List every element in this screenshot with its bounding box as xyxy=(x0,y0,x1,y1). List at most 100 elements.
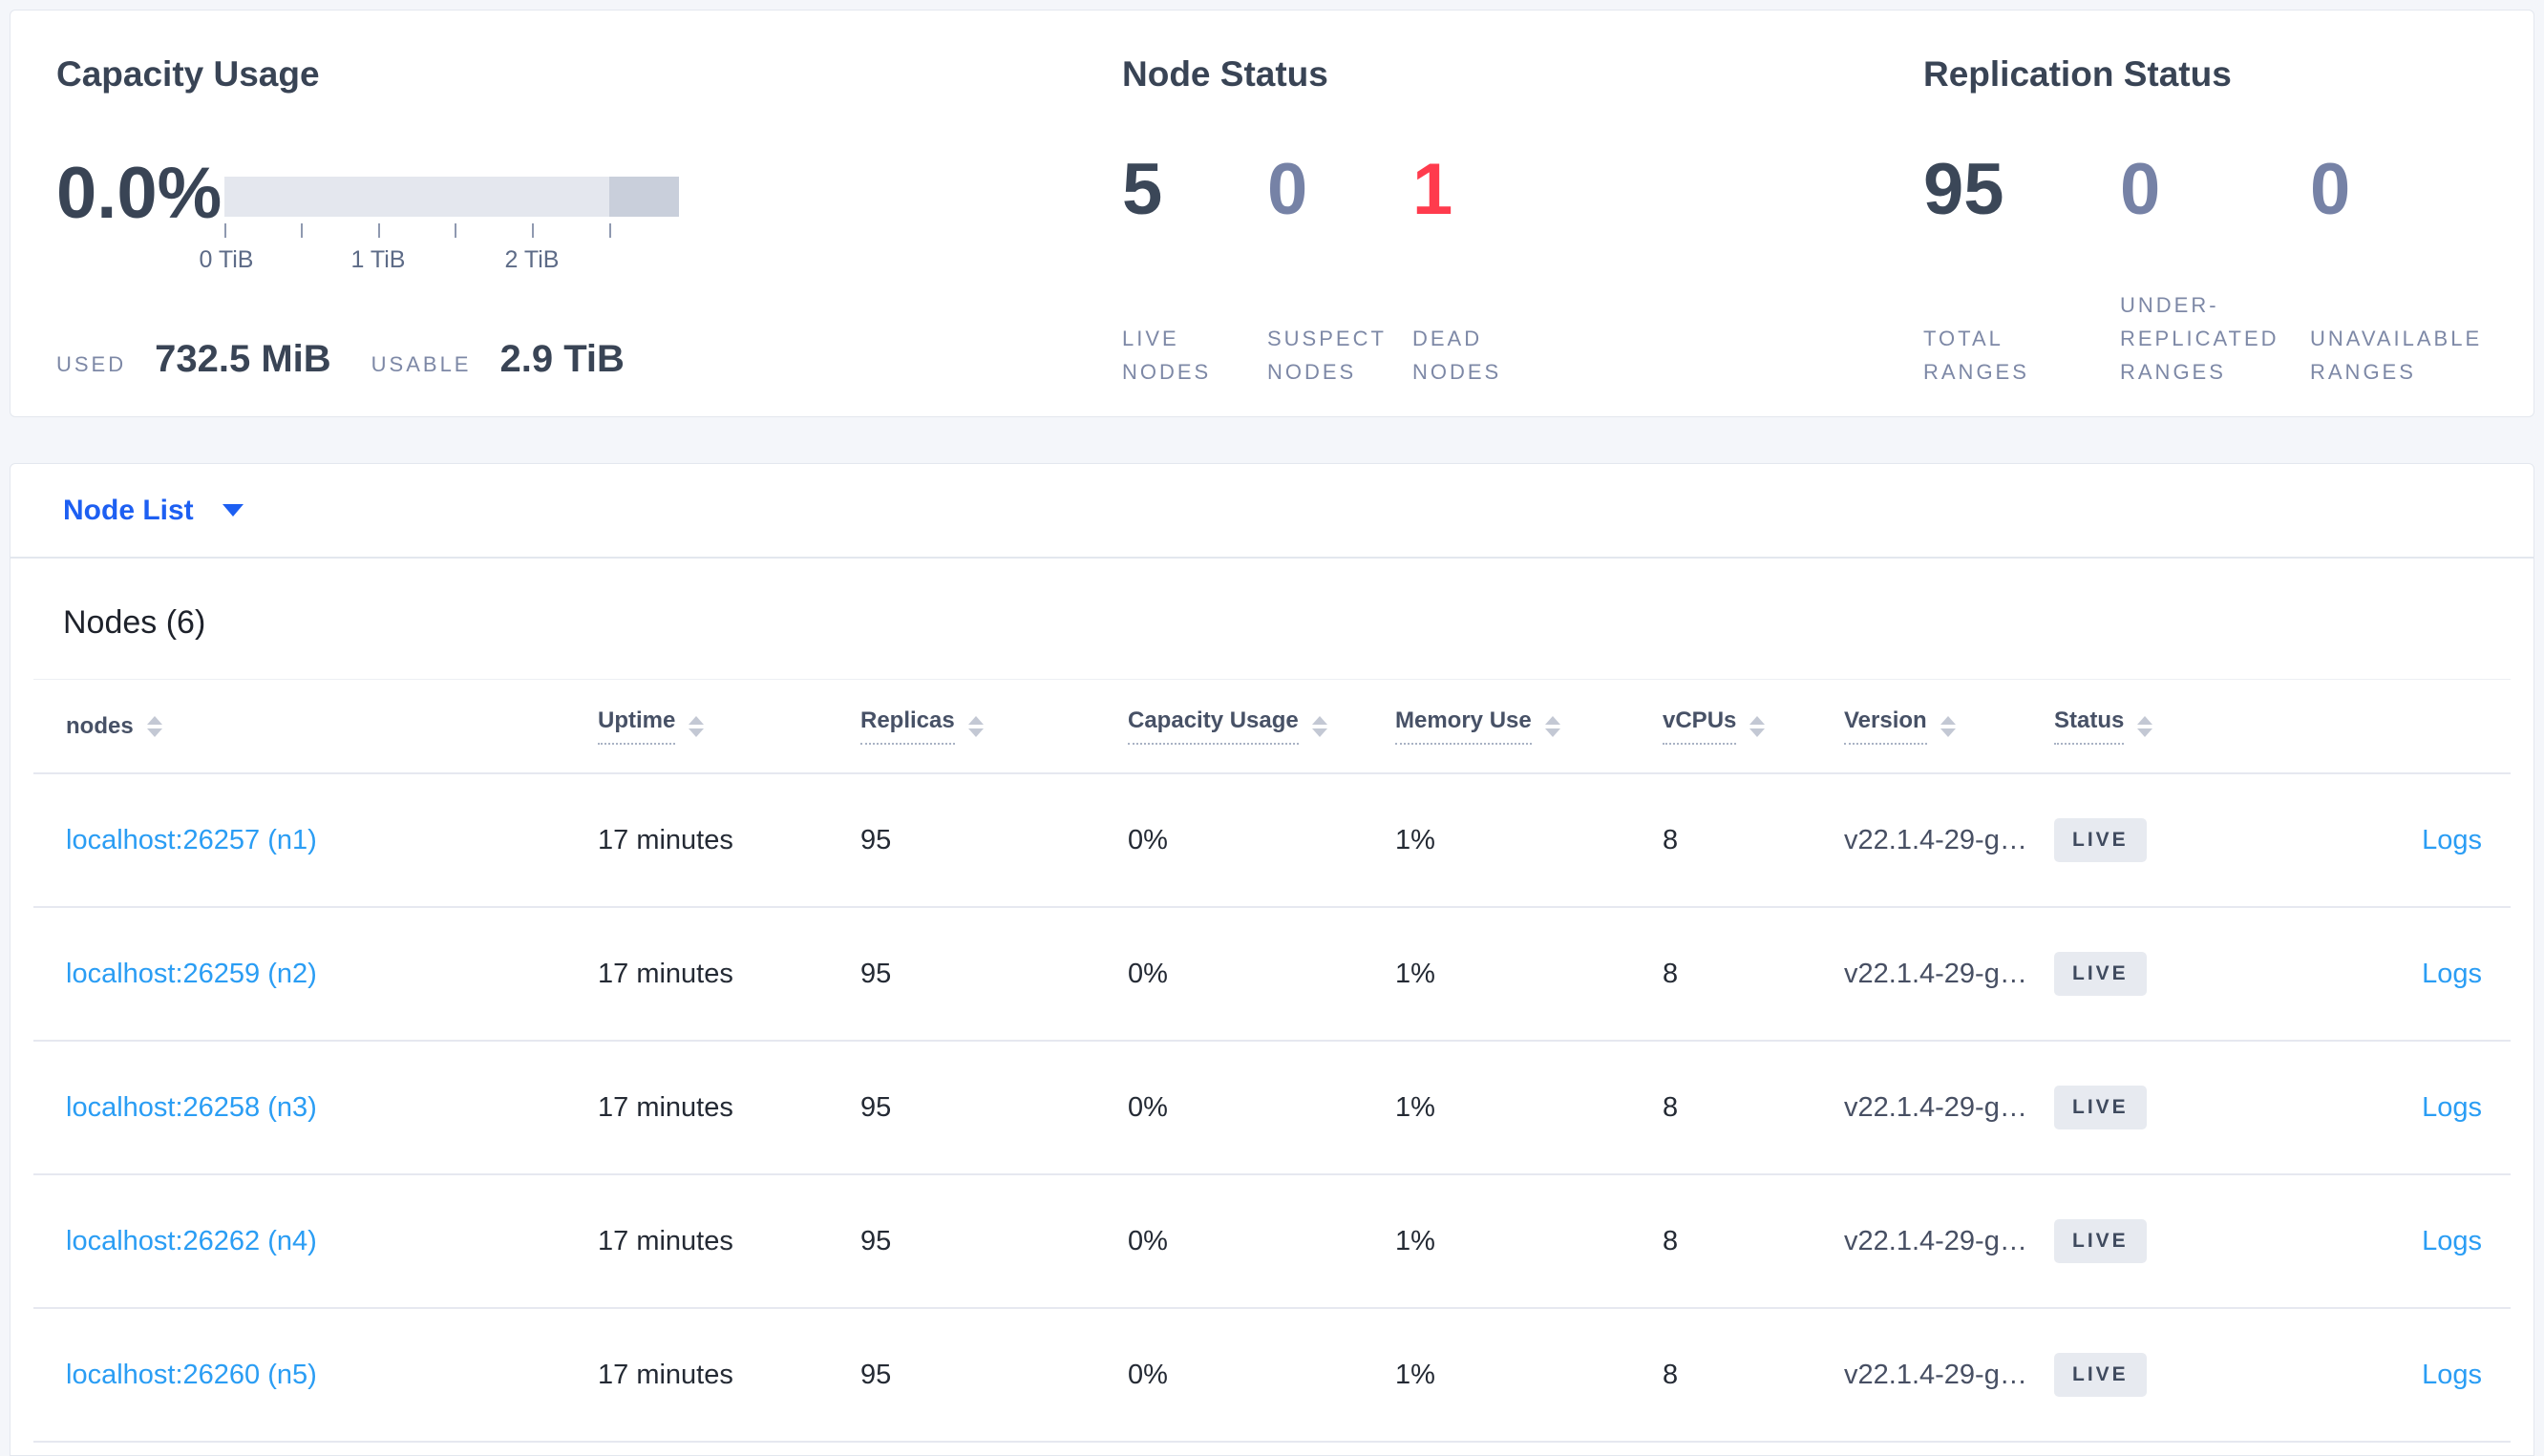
column-header-nodes[interactable]: nodes xyxy=(33,713,598,740)
uptime-cell: 17 minutes xyxy=(598,824,733,855)
vcpus-cell: 8 xyxy=(1663,1359,1679,1390)
uptime-cell: 17 minutes xyxy=(598,1225,733,1256)
dead-nodes-value: 1 xyxy=(1412,149,1453,230)
logs-cell: Logs xyxy=(2312,1360,2511,1391)
axis-label-2tib: 2 TiB xyxy=(504,246,560,273)
vcpus-cell: 8 xyxy=(1663,824,1679,855)
capacity-usage-cell: 0% xyxy=(1128,1225,1168,1256)
sort-icon[interactable] xyxy=(1940,715,1956,737)
status-badge: LIVE xyxy=(2054,818,2147,862)
sort-icon[interactable] xyxy=(1311,715,1327,737)
column-header-uptime[interactable]: Uptime xyxy=(598,707,860,745)
capacity-axis-labels: 0 TiB 1 TiB 2 TiB xyxy=(200,246,679,275)
sort-icon[interactable] xyxy=(1544,715,1560,737)
memory-use-cell: 1% xyxy=(1395,958,1435,989)
capacity-percent: 0.0% xyxy=(56,153,223,234)
table-row: localhost:26260 (n5) 17 minutes 95 0% 1%… xyxy=(33,1309,2511,1443)
column-header-memory-use-label: Memory Use xyxy=(1395,707,1532,745)
replication-status-title: Replication Status xyxy=(1923,54,2232,94)
column-header-version-label: Version xyxy=(1844,707,1927,745)
logs-link[interactable]: Logs xyxy=(2422,959,2482,989)
replicas-cell: 95 xyxy=(860,1091,892,1123)
nodes-table: nodes Uptime Replicas Capacity Usage Mem… xyxy=(33,679,2511,1443)
replicas-cell: 95 xyxy=(860,824,892,855)
table-row: localhost:26259 (n2) 17 minutes 95 0% 1%… xyxy=(33,908,2511,1042)
under-replicated-value: 0 xyxy=(2120,149,2161,230)
nodes-table-card: Nodes (6) nodes Uptime Replicas Capacity… xyxy=(10,558,2534,1456)
sort-icon[interactable] xyxy=(1749,715,1766,737)
node-status-section: Node Status 5 LIVE NODES 0 SUSPECT NODES… xyxy=(1122,53,1905,389)
column-header-status[interactable]: Status xyxy=(2054,707,2312,745)
status-cell: LIVE xyxy=(2054,818,2312,862)
node-name-cell: localhost:26260 (n5) xyxy=(33,1360,598,1391)
dead-nodes-label: DEAD NODES xyxy=(1412,327,1502,384)
suspect-nodes-label: SUSPECT NODES xyxy=(1267,327,1387,384)
unavailable-ranges-label: UNAVAILABLE RANGES xyxy=(2310,327,2483,384)
replication-status-section: Replication Status 95 TOTAL RANGES 0 UND… xyxy=(1923,53,2534,389)
node-link[interactable]: localhost:26257 (n1) xyxy=(66,825,317,855)
node-status-stats: 5 LIVE NODES 0 SUSPECT NODES 1 DEAD NODE… xyxy=(1122,150,1905,389)
node-link[interactable]: localhost:26262 (n4) xyxy=(66,1226,317,1256)
nodes-table-header: nodes Uptime Replicas Capacity Usage Mem… xyxy=(33,680,2511,774)
replication-status-stats: 95 TOTAL RANGES 0 UNDER- REPLICATED RANG… xyxy=(1923,150,2534,389)
column-header-uptime-label: Uptime xyxy=(598,707,676,745)
vcpus-cell: 8 xyxy=(1663,1225,1679,1256)
uptime-cell: 17 minutes xyxy=(598,1359,733,1390)
logs-link[interactable]: Logs xyxy=(2422,1092,2482,1123)
live-nodes-label: LIVE NODES xyxy=(1122,327,1212,384)
column-header-capacity-usage[interactable]: Capacity Usage xyxy=(1128,707,1395,745)
status-badge: LIVE xyxy=(2054,1353,2147,1397)
node-name-cell: localhost:26262 (n4) xyxy=(33,1226,598,1257)
live-nodes-value: 5 xyxy=(1122,149,1163,230)
sort-icon[interactable] xyxy=(689,715,705,737)
capacity-usage-cell: 0% xyxy=(1128,1359,1168,1390)
status-cell: LIVE xyxy=(2054,952,2312,996)
memory-use-cell: 1% xyxy=(1395,824,1435,855)
column-header-memory-use[interactable]: Memory Use xyxy=(1395,707,1663,745)
node-link[interactable]: localhost:26260 (n5) xyxy=(66,1360,317,1390)
vcpus-cell: 8 xyxy=(1663,1091,1679,1123)
column-header-capacity-usage-label: Capacity Usage xyxy=(1128,707,1299,745)
axis-label-0tib: 0 TiB xyxy=(199,246,254,273)
unavailable-ranges-stat: 0 UNAVAILABLE RANGES xyxy=(2310,150,2520,389)
logs-cell: Logs xyxy=(2312,1092,2511,1124)
node-link[interactable]: localhost:26258 (n3) xyxy=(66,1092,317,1123)
status-badge: LIVE xyxy=(2054,952,2147,996)
column-header-version[interactable]: Version xyxy=(1844,707,2054,745)
usable-label: USABLE xyxy=(371,352,472,376)
suspect-nodes-stat: 0 SUSPECT NODES xyxy=(1267,150,1412,389)
logs-cell: Logs xyxy=(2312,959,2511,990)
column-header-vcpus[interactable]: vCPUs xyxy=(1663,707,1844,745)
node-status-title: Node Status xyxy=(1122,54,1328,94)
suspect-nodes-value: 0 xyxy=(1267,149,1308,230)
cluster-summary-card: Capacity Usage 0.0% 0 TiB 1 TiB 2 TiB US… xyxy=(10,10,2534,417)
capacity-usage-cell: 0% xyxy=(1128,1091,1168,1123)
column-header-replicas[interactable]: Replicas xyxy=(860,707,1128,745)
usable-value: 2.9 TiB xyxy=(499,338,625,380)
replicas-cell: 95 xyxy=(860,1359,892,1390)
sort-icon[interactable] xyxy=(146,715,162,737)
node-link[interactable]: localhost:26259 (n2) xyxy=(66,959,317,989)
table-row: localhost:26257 (n1) 17 minutes 95 0% 1%… xyxy=(33,774,2511,908)
logs-link[interactable]: Logs xyxy=(2422,1226,2482,1256)
capacity-axis-ticks xyxy=(224,223,679,244)
table-row: localhost:26258 (n3) 17 minutes 95 0% 1%… xyxy=(33,1042,2511,1175)
version-cell: v22.1.4-29-g… xyxy=(1844,1091,2027,1123)
nodes-table-body: localhost:26257 (n1) 17 minutes 95 0% 1%… xyxy=(33,774,2511,1443)
node-name-cell: localhost:26257 (n1) xyxy=(33,825,598,856)
total-ranges-stat: 95 TOTAL RANGES xyxy=(1923,150,2120,389)
logs-link[interactable]: Logs xyxy=(2422,825,2482,855)
sort-icon[interactable] xyxy=(2137,715,2153,737)
column-header-status-label: Status xyxy=(2054,707,2125,745)
sort-icon[interactable] xyxy=(967,715,984,737)
capacity-usage-section: Capacity Usage 0.0% 0 TiB 1 TiB 2 TiB US… xyxy=(56,53,1069,381)
uptime-cell: 17 minutes xyxy=(598,1091,733,1123)
node-list-dropdown[interactable]: Node List xyxy=(63,495,244,527)
capacity-bar-chart: 0 TiB 1 TiB 2 TiB xyxy=(200,177,679,275)
node-name-cell: localhost:26258 (n3) xyxy=(33,1092,598,1124)
logs-link[interactable]: Logs xyxy=(2422,1360,2482,1390)
live-nodes-stat: 5 LIVE NODES xyxy=(1122,150,1267,389)
version-cell: v22.1.4-29-g… xyxy=(1844,958,2027,989)
memory-use-cell: 1% xyxy=(1395,1359,1435,1390)
capacity-bar-dark-segment xyxy=(609,177,679,217)
